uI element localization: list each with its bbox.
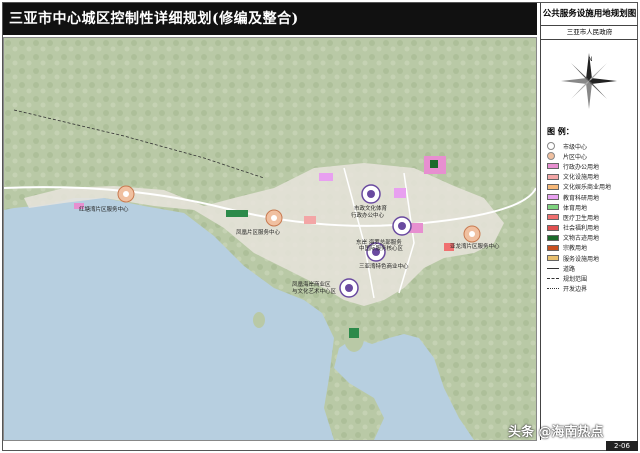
legend-item: 文化娱乐商业用地 (547, 182, 637, 192)
legend-item: 教育科研用地 (547, 192, 637, 202)
legend-swatch (547, 234, 559, 241)
map-canvas[interactable]: 红塘湾片区服务中心 凤凰片区服务中心 市政文化体育 行政办公中心 东岸 海罗总部… (3, 37, 537, 441)
map-label: 市政文化体育 (354, 204, 388, 212)
svg-text:N: N (588, 56, 593, 63)
legend-swatch (547, 214, 559, 221)
sheet-org: 三亚市人民政府 (541, 25, 638, 40)
district-center-marker[interactable] (117, 185, 135, 203)
landuse-heritage (430, 160, 438, 168)
legend-heading: 图 例： (547, 127, 574, 136)
legend-label: 行政办公用地 (563, 163, 600, 171)
legend-swatch (547, 288, 559, 290)
legend-label: 规划范围 (563, 276, 588, 284)
watermark: 头条 @海南热点 (508, 425, 604, 440)
map-label: 东岸 海罗总部服务 (356, 238, 402, 246)
legend-label: 文化设施用地 (563, 174, 600, 182)
legend-label: 文化娱乐商业用地 (563, 184, 612, 192)
island (253, 312, 265, 328)
legend-label: 社会福利用地 (563, 225, 600, 233)
legend-swatch (547, 267, 559, 269)
legend-swatch (547, 224, 559, 231)
legend-swatch (547, 163, 559, 170)
legend-item: 文物古迹用地 (547, 233, 637, 243)
map-label: 亚龙湾片区服务中心 (450, 242, 500, 250)
legend-item: 规划范围 (547, 273, 637, 283)
legend-label: 医疗卫生用地 (563, 214, 600, 222)
map-label: 中国际服务核心区 (359, 244, 404, 252)
legend-swatch (547, 173, 559, 180)
map-label: 红塘湾片区服务中心 (79, 205, 129, 213)
legend-item: 宗教用地 (547, 243, 637, 253)
legend-label: 体育用地 (563, 204, 588, 212)
city-center-marker[interactable] (361, 184, 381, 204)
legend: 市级中心片区中心行政办公用地 文化设施用地文化娱乐商业用地 教育科研用地 体育用地医疗… (547, 141, 637, 294)
legend-item: 服务设施用地 (547, 253, 637, 263)
legend-swatch (547, 278, 559, 280)
legend-swatch (547, 142, 555, 151)
legend-item: 道路 (547, 263, 637, 273)
compass-rose-icon: N (561, 53, 617, 109)
map-label: 凤凰片区服务中心 (236, 228, 281, 236)
legend-label: 文物古迹用地 (563, 235, 600, 243)
landuse-culture (304, 216, 316, 224)
legend-label: 市级中心 (563, 143, 588, 151)
landuse-education (394, 188, 406, 198)
legend-swatch (547, 255, 559, 262)
legend-item: 医疗卫生用地 (547, 212, 637, 222)
legend-item: 市级中心 (547, 141, 637, 151)
district-center-marker[interactable] (463, 225, 481, 243)
city-center-marker[interactable] (339, 278, 359, 298)
legend-label: 片区中心 (563, 153, 588, 161)
landuse-education (319, 173, 333, 181)
page-number: 2-06 (606, 441, 638, 451)
legend-swatch (547, 244, 559, 251)
landuse-sports (226, 210, 248, 217)
legend-item: 开发边界 (547, 284, 637, 294)
legend-swatch (547, 183, 559, 190)
map-title: 三亚市中心城区控制性详细规划(修编及整合) (3, 3, 537, 35)
legend-label: 道路 (563, 265, 576, 273)
legend-label: 宗教用地 (563, 245, 588, 253)
legend-label: 教育科研用地 (563, 194, 600, 202)
legend-swatch (547, 152, 555, 161)
landuse-sports (349, 328, 359, 338)
legend-swatch (547, 204, 559, 211)
map-sidebar: 公共服务设施用地规划图 三亚市人民政府 N 图 例： 市级中心片区中心行政办公用… (540, 3, 638, 440)
legend-item: 文化设施用地 (547, 172, 637, 182)
map-label: 三亚湾特色商业中心 (359, 262, 409, 270)
legend-label: 服务设施用地 (563, 255, 600, 263)
map-label: 行政办公中心 (351, 211, 385, 219)
city-center-marker[interactable] (392, 216, 412, 236)
district-center-marker[interactable] (265, 209, 283, 227)
legend-item: 行政办公用地 (547, 161, 637, 171)
map-label: 与文化艺术中心区 (292, 287, 337, 295)
legend-item: 体育用地 (547, 202, 637, 212)
legend-item: 社会福利用地 (547, 223, 637, 233)
map-label: 凤凰海岸商业区 (292, 280, 331, 288)
legend-label: 开发边界 (563, 286, 588, 294)
legend-swatch (547, 194, 559, 201)
sheet-title: 公共服务设施用地规划图 (541, 3, 638, 26)
legend-item: 片区中心 (547, 151, 637, 161)
